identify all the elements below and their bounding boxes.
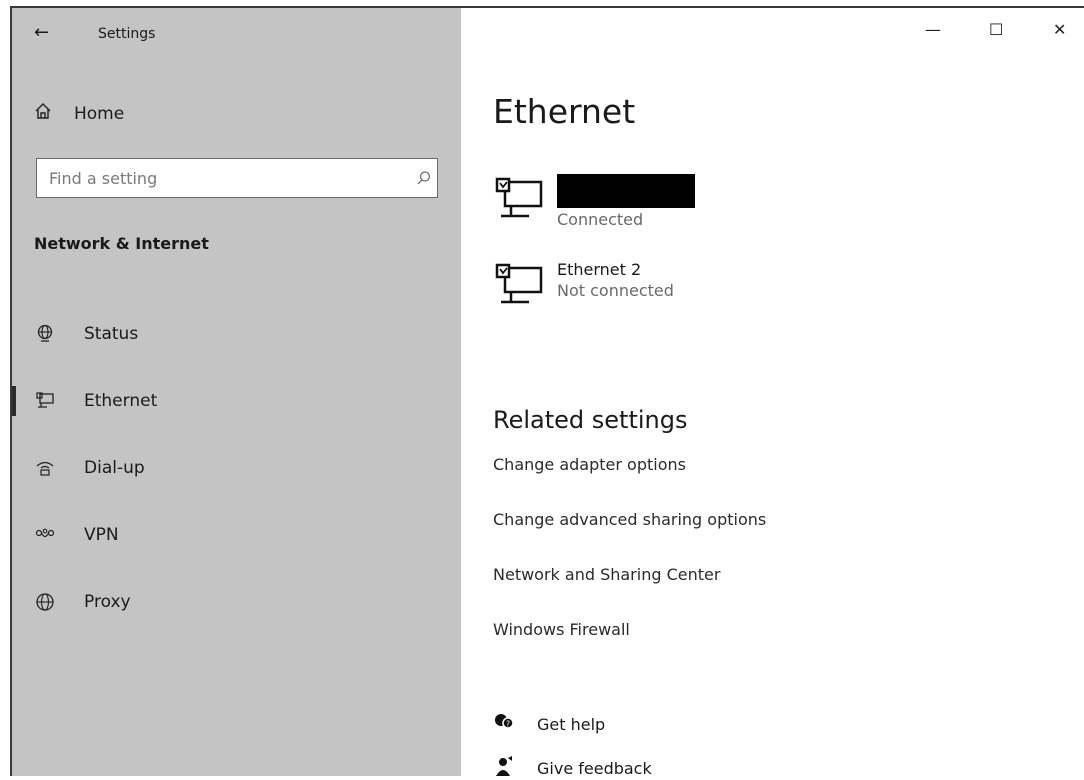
settings-window: ← Settings Home Network & Internet Statu… [10, 6, 1084, 778]
get-help-link[interactable]: ? Get help [493, 712, 605, 736]
give-feedback-link[interactable]: Give feedback [493, 756, 652, 780]
home-icon [34, 102, 52, 125]
sidebar-item-label: Dial-up [84, 458, 145, 478]
sidebar-item-vpn[interactable]: VPN [12, 507, 461, 563]
back-button[interactable]: ← [34, 22, 49, 43]
sidebar-item-label: Ethernet [84, 391, 158, 411]
close-button[interactable]: ✕ [1053, 20, 1066, 39]
sidebar-item-status[interactable]: Status [12, 306, 461, 362]
home-nav-item[interactable]: Home [34, 102, 124, 125]
sidebar: ← Settings Home Network & Internet Statu… [12, 8, 461, 776]
get-help-label: Get help [537, 714, 606, 734]
ethernet-adapter-icon [493, 260, 545, 312]
vpn-icon [34, 528, 56, 542]
adapter-status: Connected [557, 210, 644, 229]
change-adapter-options-link[interactable]: Change adapter options [493, 455, 686, 474]
search-icon [411, 170, 437, 186]
feedback-icon [493, 756, 515, 780]
help-icon: ? [493, 712, 515, 736]
window-title: Settings [98, 26, 156, 42]
search-box[interactable] [36, 158, 438, 198]
sidebar-item-label: Proxy [84, 592, 131, 612]
page-title: Ethernet [493, 92, 636, 131]
search-input[interactable] [37, 159, 411, 197]
adapter-texts: Ethernet 2 Not connected [557, 260, 674, 300]
main-content: — ☐ ✕ Ethernet Connected Ethernet 2 Not … [461, 8, 1084, 778]
maximize-button[interactable]: ☐ [989, 20, 1003, 39]
ethernet-icon [34, 392, 56, 410]
adapter-status: Not connected [557, 281, 674, 300]
section-title: Network & Internet [34, 234, 209, 253]
related-settings-heading: Related settings [493, 406, 688, 434]
give-feedback-label: Give feedback [537, 758, 652, 778]
change-advanced-sharing-link[interactable]: Change advanced sharing options [493, 510, 766, 529]
sidebar-item-label: Status [84, 324, 139, 344]
adapter-texts: Connected [557, 174, 695, 229]
sidebar-item-proxy[interactable]: Proxy [12, 574, 461, 630]
adapter-name: Ethernet 2 [557, 260, 642, 279]
dialup-icon [34, 459, 56, 477]
globe-status-icon [34, 324, 56, 344]
ethernet-adapter-icon [493, 174, 545, 226]
adapter-item[interactable]: Ethernet 2 Not connected [493, 260, 674, 312]
home-label: Home [74, 103, 125, 124]
windows-firewall-link[interactable]: Windows Firewall [493, 620, 630, 639]
adapter-item[interactable]: Connected [493, 174, 695, 229]
sidebar-item-ethernet[interactable]: Ethernet [12, 373, 461, 429]
network-sharing-center-link[interactable]: Network and Sharing Center [493, 565, 720, 584]
minimize-button[interactable]: — [925, 20, 941, 39]
sidebar-item-dial-up[interactable]: Dial-up [12, 440, 461, 496]
redacted-adapter-name [557, 174, 695, 208]
globe-icon [34, 592, 56, 612]
sidebar-item-label: VPN [84, 525, 119, 545]
svg-text:?: ? [506, 720, 510, 729]
